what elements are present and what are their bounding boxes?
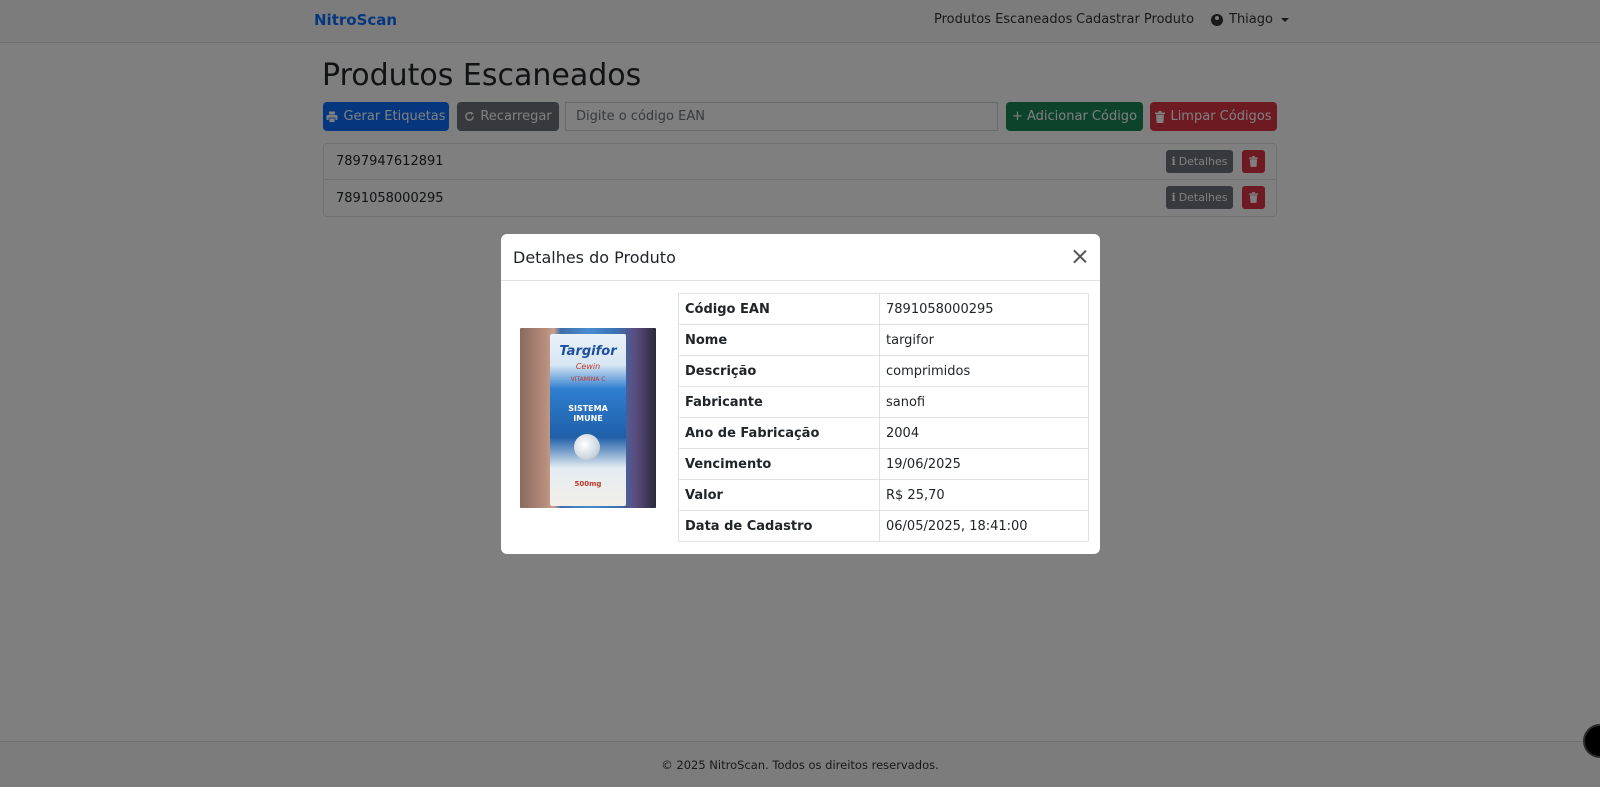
row-value: sanofi xyxy=(879,386,1089,418)
row-label: Vencimento xyxy=(678,448,880,480)
details-row: Ano de Fabricação 2004 xyxy=(678,417,1089,449)
details-row: Vencimento 19/06/2025 xyxy=(678,448,1089,480)
row-value: 19/06/2025 xyxy=(879,448,1089,480)
image-line2-text: IMUNE xyxy=(573,414,603,423)
image-brand-text: Targifor xyxy=(559,344,617,359)
row-value: targifor xyxy=(879,324,1089,356)
product-details-modal: Detalhes do Produto Targifor Cewin VITAM… xyxy=(501,234,1100,554)
details-row: Nome targifor xyxy=(678,324,1089,356)
row-label: Valor xyxy=(678,479,880,511)
row-label: Código EAN xyxy=(678,293,880,325)
close-icon[interactable] xyxy=(1072,248,1088,264)
row-label: Data de Cadastro xyxy=(678,510,880,542)
details-row: Fabricante sanofi xyxy=(678,386,1089,418)
tablet-graphic xyxy=(574,434,600,460)
row-value: 06/05/2025, 18:41:00 xyxy=(879,510,1089,542)
details-row: Valor R$ 25,70 xyxy=(678,479,1089,511)
row-value: R$ 25,70 xyxy=(879,479,1089,511)
row-label: Ano de Fabricação xyxy=(678,417,880,449)
row-label: Fabricante xyxy=(678,386,880,418)
modal-header: Detalhes do Produto xyxy=(501,234,1100,281)
image-dose-text: 500mg xyxy=(574,480,602,488)
details-row: Descrição comprimidos xyxy=(678,355,1089,387)
modal-title: Detalhes do Produto xyxy=(513,248,676,267)
row-label: Descrição xyxy=(678,355,880,387)
product-package: Targifor Cewin VITAMINA C SISTEMA IMUNE … xyxy=(550,334,626,506)
product-image: Targifor Cewin VITAMINA C SISTEMA IMUNE … xyxy=(520,328,656,508)
details-table: Código EAN 7891058000295 Nome targifor Des… xyxy=(678,293,1089,542)
details-row: Data de Cadastro 06/05/2025, 18:41:00 xyxy=(678,510,1089,542)
details-row: Código EAN 7891058000295 xyxy=(678,293,1089,325)
row-value: 2004 xyxy=(879,417,1089,449)
image-vitamin-text: VITAMINA C xyxy=(570,376,606,383)
image-sub-text: Cewin xyxy=(575,362,601,371)
row-value: comprimidos xyxy=(879,355,1089,387)
row-label: Nome xyxy=(678,324,880,356)
row-value: 7891058000295 xyxy=(879,293,1089,325)
image-line1-text: SISTEMA xyxy=(568,404,608,413)
